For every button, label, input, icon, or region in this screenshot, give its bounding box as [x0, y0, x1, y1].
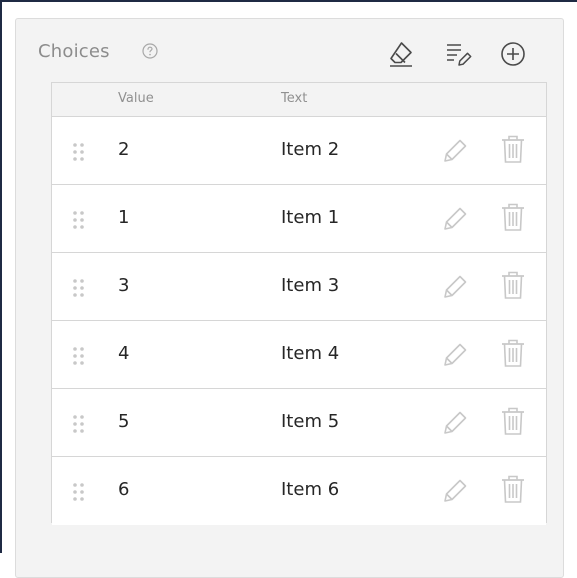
choices-table: Value Text 2 Item 2 1 Item 1 3 Item 3 4 … — [51, 82, 547, 525]
choice-value[interactable]: 3 — [118, 275, 129, 296]
pencil-icon[interactable] — [440, 339, 470, 369]
choice-value[interactable]: 2 — [118, 139, 129, 160]
choice-value[interactable]: 4 — [118, 343, 129, 364]
choice-text[interactable]: Item 2 — [281, 139, 339, 160]
table-row: 6 Item 6 — [52, 457, 546, 525]
trash-icon[interactable] — [499, 133, 527, 165]
table-header: Value Text — [52, 83, 546, 117]
table-row: 4 Item 4 — [52, 321, 546, 389]
table-row: 1 Item 1 — [52, 185, 546, 253]
add-icon[interactable] — [498, 40, 528, 68]
choice-value[interactable]: 1 — [118, 207, 129, 228]
trash-icon[interactable] — [499, 269, 527, 301]
drag-handle-icon[interactable] — [72, 482, 86, 502]
pencil-icon[interactable] — [440, 135, 470, 165]
pencil-icon[interactable] — [440, 407, 470, 437]
table-row: 3 Item 3 — [52, 253, 546, 321]
fast-entry-icon[interactable] — [444, 40, 474, 68]
trash-icon[interactable] — [499, 337, 527, 369]
choice-text[interactable]: Item 3 — [281, 275, 339, 296]
choice-text[interactable]: Item 4 — [281, 343, 339, 364]
choice-text[interactable]: Item 1 — [281, 207, 339, 228]
drag-handle-icon[interactable] — [72, 346, 86, 366]
drag-handle-icon[interactable] — [72, 142, 86, 162]
table-row: 5 Item 5 — [52, 389, 546, 457]
table-row: 2 Item 2 — [52, 117, 546, 185]
trash-icon[interactable] — [499, 473, 527, 505]
eraser-icon[interactable] — [386, 40, 416, 68]
choices-header: Choices — [38, 40, 538, 70]
drag-handle-icon[interactable] — [72, 278, 86, 298]
pencil-icon[interactable] — [440, 203, 470, 233]
choice-value[interactable]: 6 — [118, 479, 129, 500]
help-icon[interactable] — [142, 43, 158, 59]
trash-icon[interactable] — [499, 201, 527, 233]
trash-icon[interactable] — [499, 405, 527, 437]
choice-value[interactable]: 5 — [118, 411, 129, 432]
window-frame: Choices Value Text 2 Item 2 1 Item 1 3 I… — [0, 0, 577, 578]
choice-text[interactable]: Item 6 — [281, 479, 339, 500]
column-header-value: Value — [118, 91, 154, 106]
pencil-icon[interactable] — [440, 475, 470, 505]
drag-handle-icon[interactable] — [72, 414, 86, 434]
pencil-icon[interactable] — [440, 271, 470, 301]
table-body: 2 Item 2 1 Item 1 3 Item 3 4 Item 4 5 It… — [52, 117, 546, 525]
drag-handle-icon[interactable] — [72, 210, 86, 230]
column-header-text: Text — [281, 91, 308, 106]
choice-text[interactable]: Item 5 — [281, 411, 339, 432]
choices-title: Choices — [38, 41, 110, 62]
